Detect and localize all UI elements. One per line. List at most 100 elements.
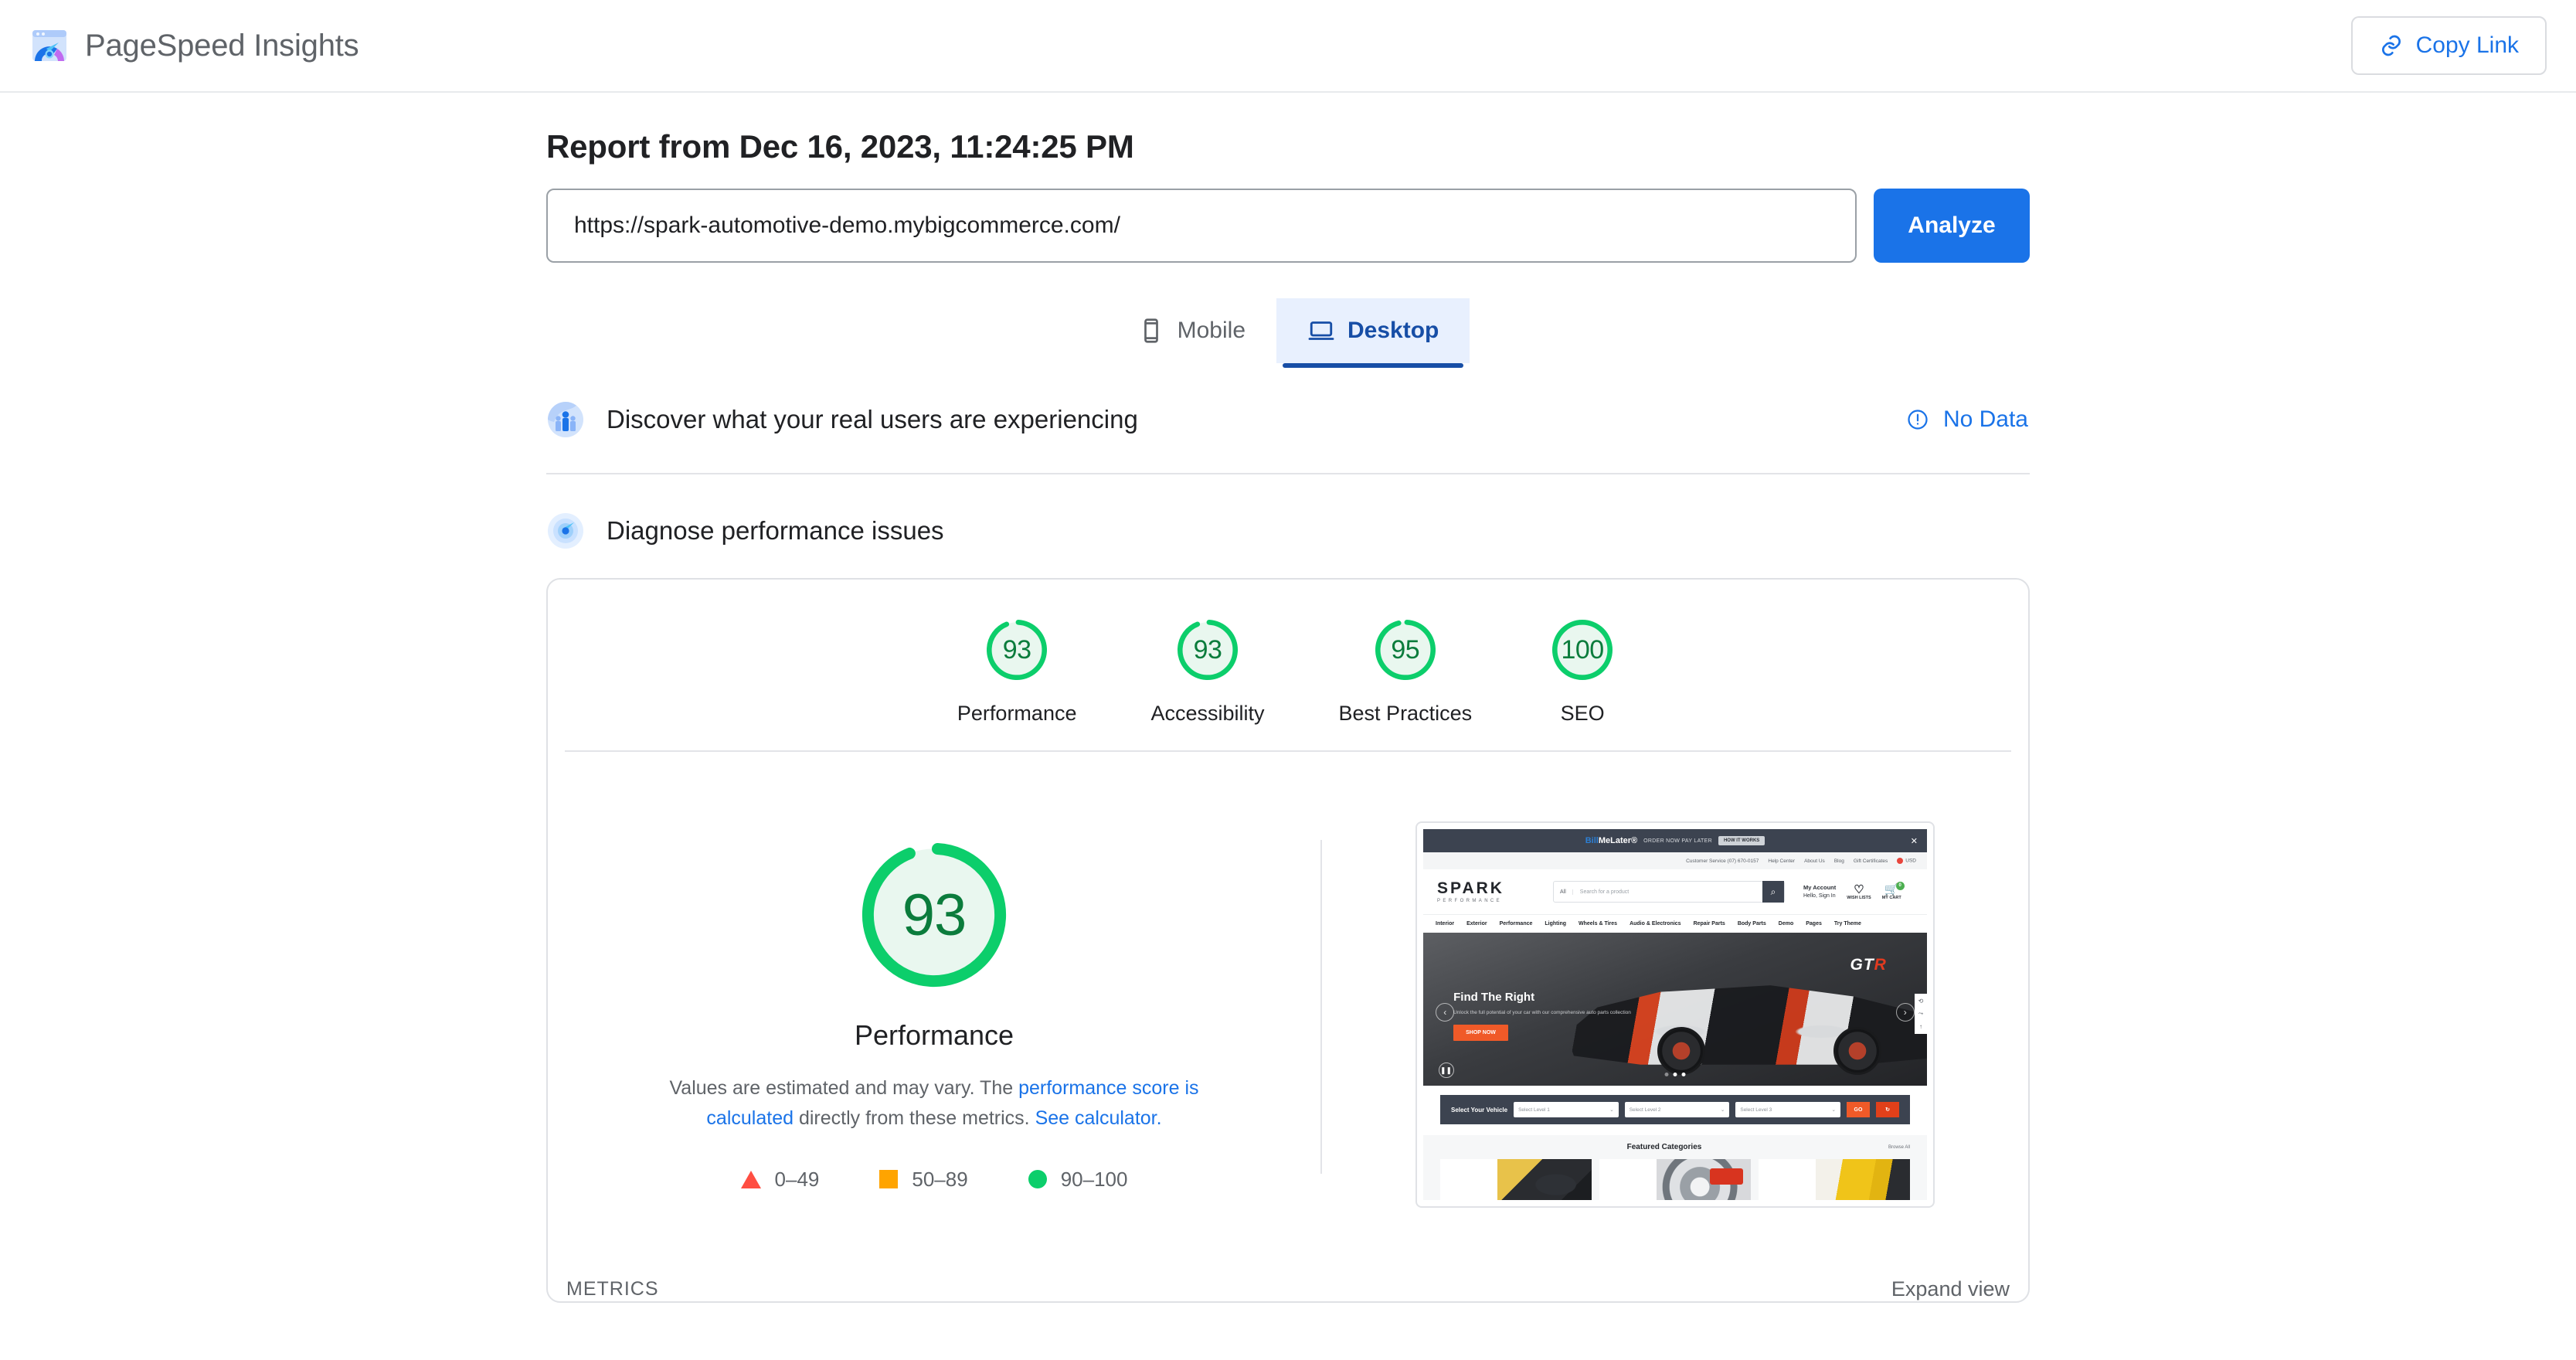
legend-item-average: 50–89	[879, 1168, 968, 1192]
disclaimer-text-pre: Values are estimated and may vary. The	[669, 1077, 1019, 1099]
hero-title: Find The Right	[1453, 991, 1535, 1005]
score-value: 100	[1561, 634, 1604, 665]
currency-label: USD	[1905, 858, 1916, 864]
featured-card-grid: Headlights Brakes Seat Covers	[1440, 1159, 1910, 1200]
vehicle-select-2: Select Level 2 ⌄	[1624, 1102, 1730, 1117]
history-icon: ⟲	[1918, 998, 1924, 1005]
brake-image	[1657, 1159, 1751, 1200]
app-title: PageSpeed Insights	[85, 28, 359, 63]
form-factor-tabs: Mobile Desktop	[546, 298, 2030, 368]
primary-score-value: 93	[902, 882, 967, 948]
cart-label: MY CART	[1881, 895, 1901, 900]
score-label: Performance	[957, 702, 1077, 725]
category-score-strip: 93 Performance 93 Accessibility 95 Best …	[548, 580, 2028, 746]
lab-data-section-header: Diagnose performance issues	[546, 513, 2030, 549]
featured-title: Featured Categories	[1626, 1143, 1702, 1151]
vehicle-select-3-value: Select Level 3	[1740, 1107, 1772, 1113]
search-category: All	[1554, 889, 1573, 895]
chevron-down-icon: ⌄	[1831, 1107, 1836, 1113]
site-vehicle-selector: Select Your Vehicle Select Level 1 ⌄ Sele…	[1440, 1095, 1910, 1124]
primary-score-left: 93 Performance Values are estimated and …	[548, 818, 1320, 1192]
heart-icon: ♡	[1854, 882, 1864, 896]
share-icon: ⤳	[1918, 1010, 1924, 1018]
flag-icon	[1897, 858, 1904, 864]
site-logo: SPARK PERFORMANCE	[1437, 880, 1521, 903]
gauge-ring-seo: 100	[1546, 614, 1619, 686]
site-hero-banner: GTR Find The Right Unlock the full poten…	[1423, 933, 1927, 1086]
primary-gauge: 93	[851, 832, 1017, 998]
field-data-status[interactable]: No Data	[1906, 406, 2028, 433]
promo-bill: Bill	[1585, 836, 1599, 845]
account-title: My Account	[1803, 883, 1837, 891]
promo-button: HOW IT WORKS	[1718, 836, 1765, 845]
vehicle-select-1: Select Level 1 ⌄	[1514, 1102, 1619, 1117]
site-wishlist: ♡ WISH LISTS	[1847, 884, 1871, 900]
analyze-button[interactable]: Analyze	[1874, 189, 2030, 263]
url-input[interactable]	[546, 189, 1857, 263]
users-icon	[548, 402, 583, 437]
vehicle-select-2-value: Select Level 2	[1629, 1107, 1661, 1113]
search-placeholder: Search for a product	[1579, 889, 1630, 895]
field-data-section-header: Discover what your real users are experi…	[546, 402, 2030, 437]
section-divider	[546, 473, 2030, 474]
url-bar: Analyze	[546, 189, 2030, 263]
tab-mobile[interactable]: Mobile	[1106, 298, 1276, 363]
gauge-ring-best-practices: 95	[1369, 614, 1442, 686]
hero-cta-button: SHOP NOW	[1453, 1025, 1508, 1042]
score-gauge-best-practices[interactable]: 95 Best Practices	[1338, 614, 1473, 726]
site-nav: Interior Exterior Performance Lighting W…	[1423, 914, 1927, 933]
chevron-down-icon: ⌄	[1720, 1107, 1725, 1113]
hero-subtitle: Unlock the full potential of your car wi…	[1453, 1010, 1631, 1016]
site-brand-name: SPARK	[1437, 879, 1504, 897]
nav-item: Lighting	[1545, 921, 1566, 926]
hero-badge-gt: GT	[1850, 955, 1874, 974]
expand-view-button[interactable]: Expand view	[1891, 1277, 2010, 1301]
seat-cover-image	[1816, 1159, 1910, 1200]
see-calculator-link[interactable]: See calculator.	[1035, 1107, 1162, 1129]
nav-item: Repair Parts	[1693, 921, 1725, 926]
site-cart: 0 🛒 MY CART	[1881, 881, 1905, 900]
score-disclaimer: Values are estimated and may vary. The p…	[625, 1073, 1243, 1134]
page-screenshot-thumbnail[interactable]: BillMeLater® ORDER NOW PAY LATER HOW IT …	[1415, 821, 1935, 1208]
featured-card: Brakes	[1599, 1159, 1751, 1200]
util-link: Customer Service (07) 670-0157	[1686, 858, 1759, 864]
score-label: Best Practices	[1338, 702, 1473, 725]
featured-header: Featured Categories Browse All	[1440, 1143, 1910, 1151]
tab-desktop[interactable]: Desktop	[1276, 298, 1470, 368]
primary-score-block: 93 Performance Values are estimated and …	[548, 752, 2028, 1254]
link-icon	[2379, 33, 2404, 58]
util-link: Help Center	[1768, 858, 1796, 864]
gauge-ring-performance: 93	[980, 614, 1053, 686]
nav-item: Performance	[1499, 921, 1533, 926]
site-side-toolbar: ⟲ ⤳ ↑	[1915, 994, 1927, 1035]
vehicle-select-1-value: Select Level 1	[1518, 1107, 1550, 1113]
site-account: My Account Hello, Sign In	[1803, 883, 1836, 901]
nav-item: Pages	[1806, 921, 1822, 926]
screenshot-canvas: BillMeLater® ORDER NOW PAY LATER HOW IT …	[1423, 829, 1927, 1200]
wishlist-label: WISH LISTS	[1847, 895, 1871, 900]
hero-badge: GTR	[1850, 956, 1887, 974]
nav-item: Exterior	[1466, 921, 1487, 926]
score-gauge-accessibility[interactable]: 93 Accessibility	[1150, 614, 1265, 726]
lighthouse-results-card: 93 Performance 93 Accessibility 95 Best …	[546, 578, 2030, 1303]
promo-text: ORDER NOW PAY LATER	[1643, 838, 1712, 844]
score-gauge-seo[interactable]: 100 SEO	[1546, 614, 1619, 726]
hero-badge-r: R	[1874, 955, 1887, 974]
promo-me: Me	[1598, 836, 1611, 845]
nav-item: Demo	[1778, 921, 1794, 926]
hero-text-block: Find The Right Unlock the full potential…	[1453, 991, 1665, 1042]
copy-link-button[interactable]: Copy Link	[2350, 16, 2547, 75]
brand[interactable]: PageSpeed Insights	[29, 26, 359, 66]
hero-wheel-rear	[1833, 1027, 1882, 1076]
square-swatch-icon	[879, 1170, 899, 1188]
util-link: Gift Certificates	[1853, 858, 1888, 864]
score-gauge-performance[interactable]: 93 Performance	[957, 614, 1077, 726]
dot	[1681, 1073, 1686, 1077]
util-link: Blog	[1833, 858, 1844, 864]
nav-item: Body Parts	[1737, 921, 1766, 926]
promo-later: Later®	[1610, 836, 1638, 845]
nav-item: Audio & Electronics	[1630, 921, 1681, 926]
score-value: 93	[1193, 634, 1222, 665]
carousel-pause-icon: ❚❚	[1438, 1062, 1454, 1079]
carousel-next-icon: ›	[1895, 1003, 1915, 1022]
